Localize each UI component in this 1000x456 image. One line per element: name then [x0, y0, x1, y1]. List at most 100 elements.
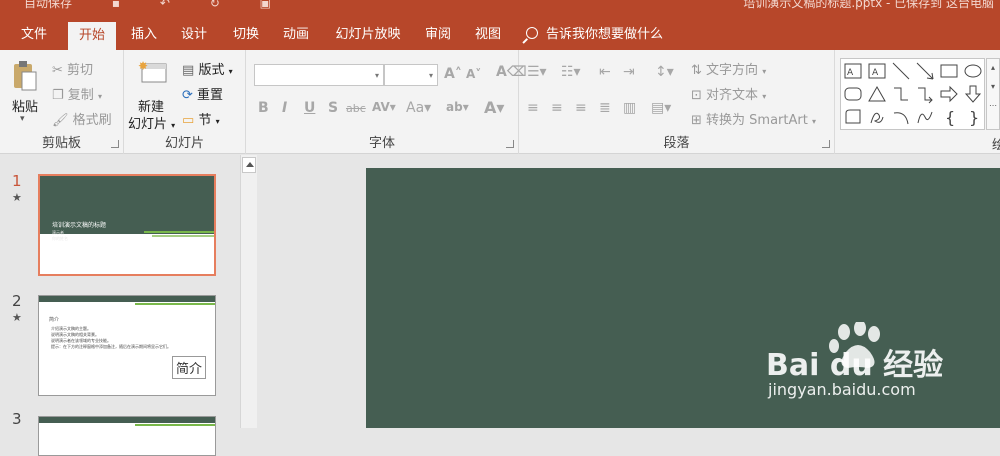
- decrease-indent-icon[interactable]: ⇤: [599, 64, 611, 80]
- copy-button[interactable]: ❐ 复制 ▾: [52, 84, 102, 103]
- arrow-line-shape-icon[interactable]: [915, 61, 935, 81]
- rounded-rectangle-shape-icon[interactable]: [843, 84, 863, 104]
- oval-shape-icon[interactable]: [963, 61, 983, 81]
- increase-indent-icon[interactable]: ⇥: [623, 64, 635, 80]
- thumbnail-top-bar: [39, 417, 215, 423]
- font-name-select[interactable]: ▾: [254, 64, 384, 86]
- font-group-label: 字体: [368, 136, 395, 151]
- shrink-font-icon[interactable]: A˅: [466, 67, 481, 81]
- text-direction-button[interactable]: ⇅ 文字方向 ▾: [691, 59, 766, 78]
- tab-transitions[interactable]: 切换: [226, 20, 266, 50]
- clipboard-launcher-icon[interactable]: [111, 140, 119, 148]
- change-case-icon[interactable]: Aa▾: [406, 100, 431, 116]
- paste-icon[interactable]: [12, 60, 38, 96]
- rectangle-shape-icon[interactable]: [939, 61, 959, 81]
- columns-icon[interactable]: ▤▾: [651, 100, 671, 116]
- tab-animations[interactable]: 动画: [276, 20, 316, 50]
- align-center-icon[interactable]: ≡: [551, 100, 563, 116]
- justify-icon[interactable]: ≣: [599, 100, 611, 116]
- triangle-shape-icon[interactable]: [867, 84, 887, 104]
- align-text-button[interactable]: ⊡ 对齐文本 ▾: [691, 84, 766, 103]
- tab-insert[interactable]: 插入: [124, 20, 164, 50]
- underline-icon[interactable]: U: [304, 100, 315, 116]
- font-size-select[interactable]: ▾: [384, 64, 438, 86]
- right-brace-shape-icon[interactable]: }: [963, 107, 983, 127]
- more-icon[interactable]: ⋯: [987, 101, 999, 110]
- tell-me-box[interactable]: 告诉我你想要做什么: [526, 20, 663, 50]
- freeform-shape-icon[interactable]: [843, 107, 863, 127]
- elbow-connector-shape-icon[interactable]: [891, 84, 911, 104]
- tab-design[interactable]: 设计: [174, 20, 214, 50]
- vertical-textbox-shape-icon[interactable]: A: [867, 61, 887, 81]
- character-spacing-icon[interactable]: AV▾: [372, 100, 396, 114]
- grow-font-icon[interactable]: A˄: [444, 66, 462, 82]
- redo-icon[interactable]: ↻: [210, 0, 220, 10]
- bold-icon[interactable]: B: [258, 100, 269, 116]
- svg-text:A: A: [847, 68, 854, 78]
- convert-smartart-button[interactable]: ⊞ 转换为 SmartArt ▾: [691, 109, 816, 128]
- tab-slideshow[interactable]: 幻灯片放映: [328, 20, 408, 50]
- highlight-icon[interactable]: ab▾: [446, 100, 469, 114]
- elbow-arrow-connector-shape-icon[interactable]: [915, 84, 935, 104]
- save-icon[interactable]: ▪: [112, 0, 120, 10]
- scroll-up-icon[interactable]: [242, 157, 256, 173]
- chevron-up-icon[interactable]: ▴: [987, 63, 999, 72]
- down-arrow-shape-icon[interactable]: [963, 84, 983, 104]
- chevron-down-icon[interactable]: ▾: [987, 82, 999, 91]
- text-shadow-icon[interactable]: S: [328, 100, 338, 116]
- thumbnails-scrollbar[interactable]: [240, 155, 257, 428]
- present-icon[interactable]: ▣: [260, 0, 271, 10]
- align-left-icon[interactable]: ≡: [527, 100, 539, 116]
- undo-icon[interactable]: ↶: [160, 0, 170, 10]
- align-right-icon[interactable]: ≡: [575, 100, 587, 116]
- line-spacing-icon[interactable]: ↕▾: [655, 64, 674, 80]
- strikethrough-icon[interactable]: abc: [346, 102, 366, 115]
- slide-thumbnail-3[interactable]: [38, 416, 216, 456]
- thumbnail-2-heading: 简介: [49, 317, 60, 323]
- tab-file[interactable]: 文件: [6, 20, 62, 50]
- font-launcher-icon[interactable]: [506, 140, 514, 148]
- chevron-down-icon: ▾: [374, 71, 379, 80]
- format-painter-button[interactable]: 🖌 格式刷: [52, 109, 112, 128]
- document-title: 培训演示文稿的标题.pptx - 已保存到 这台电脑: [743, 0, 994, 10]
- text-direction-icon: ⇅: [691, 63, 702, 78]
- thumbnail-1-subtitle-line: 你的姓名: [52, 236, 68, 241]
- paste-button[interactable]: 粘贴: [12, 96, 38, 115]
- right-arrow-shape-icon[interactable]: [939, 84, 959, 104]
- section-button[interactable]: ▭ 节 ▾: [182, 109, 220, 128]
- tab-review[interactable]: 审阅: [418, 20, 458, 50]
- numbering-icon[interactable]: ☷▾: [561, 64, 581, 80]
- distributed-icon[interactable]: ▥: [623, 100, 636, 116]
- reset-button[interactable]: ⟳ 重置: [182, 84, 223, 103]
- search-icon: [526, 27, 538, 39]
- new-slide-button[interactable]: 幻灯片 ▾: [128, 113, 175, 132]
- clipboard-group: 粘贴 ▾ ✂ 剪切 ❐ 复制 ▾ 🖌 格式刷 剪贴板: [0, 50, 124, 154]
- shapes-gallery-scroll[interactable]: ▴ ▾ ⋯: [986, 58, 1000, 130]
- smartart-icon: ⊞: [691, 113, 702, 128]
- title-bar: 自动保存 ▪ ↶ ↻ ▣ 培训演示文稿的标题.pptx - 已保存到 这台电脑: [0, 0, 1000, 20]
- thumbnail-top-bar: [39, 296, 215, 302]
- scribble-shape-icon[interactable]: [867, 107, 887, 127]
- cut-button[interactable]: ✂ 剪切: [52, 59, 93, 78]
- slide-thumbnail-1[interactable]: 培训演示文稿的标题 演示者 你的姓名: [38, 174, 216, 276]
- paste-dropdown-icon[interactable]: ▾: [20, 114, 25, 124]
- italic-icon[interactable]: I: [282, 100, 287, 116]
- thumbnail-2-bullet: 提示：在下方的注释窗格中添加备注，随后在演示期间将显示它们。: [51, 344, 171, 349]
- textbox-shape-icon[interactable]: A: [843, 61, 863, 81]
- font-color-icon[interactable]: A▾: [484, 98, 504, 117]
- shapes-gallery: A A { }: [840, 58, 985, 130]
- thumbnail-accent-bar: [135, 303, 215, 305]
- line-shape-icon[interactable]: [891, 61, 911, 81]
- tab-home[interactable]: 开始: [68, 22, 116, 50]
- arc-shape-icon[interactable]: [891, 107, 911, 127]
- bullets-icon[interactable]: ☰▾: [527, 64, 547, 80]
- tab-view[interactable]: 视图: [468, 20, 508, 50]
- new-slide-icon[interactable]: ✸: [138, 59, 168, 90]
- slide-number-1: 1: [12, 172, 22, 190]
- left-brace-shape-icon[interactable]: {: [939, 107, 959, 127]
- curve-shape-icon[interactable]: [915, 107, 935, 127]
- slide-thumbnail-2[interactable]: 简介 介绍演示文稿的主题。 说明演示文稿的相关背景。 说明演示者在该领域的专业技…: [38, 295, 216, 396]
- layout-button[interactable]: ▤ 版式 ▾: [182, 59, 233, 78]
- paragraph-launcher-icon[interactable]: [822, 140, 830, 148]
- autosave-toggle[interactable]: 自动保存: [24, 0, 72, 10]
